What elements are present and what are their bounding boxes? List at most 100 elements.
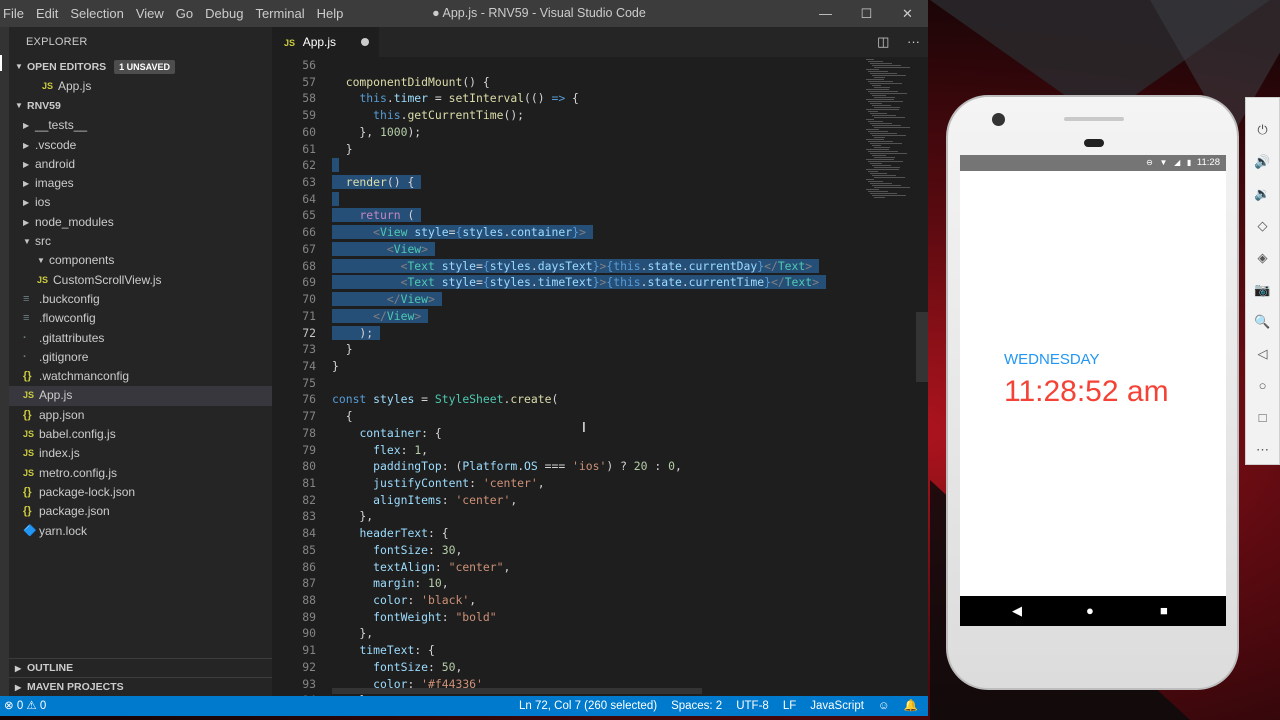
file-tree-item[interactable]: {} app.json [9,406,272,425]
rotate-left-icon[interactable]: ◇ [1246,218,1279,234]
code-editor[interactable]: 56 57 58 59 60 61 62 63 64 65 66 67 68 69 70 71 72 73 74 75… [272,57,928,696]
file-tree-item[interactable]: ≡ .buckconfig [9,290,272,309]
minimap[interactable] [862,57,918,696]
code-line[interactable]: container: { [332,425,862,442]
file-tree-item[interactable]: · .gitattributes [9,329,272,348]
code-line[interactable]: margin: 10, [332,575,862,592]
indentation[interactable]: Spaces: 2 [671,696,722,716]
file-tree-item[interactable]: {} .watchmanconfig [9,367,272,386]
screenshot-icon[interactable]: 📷 [1246,282,1279,298]
overview-nav-icon[interactable]: ■ [1160,602,1168,620]
phone-screen[interactable]: ⊖ ▼ ◢ ▮ 11:28 WEDNESDAY 11:28:52 am ◀ ● … [960,155,1226,626]
project-section[interactable]: ▼ RNV59 [9,96,272,116]
file-tree-item[interactable]: {} package-lock.json [9,483,272,502]
code-line[interactable]: { [332,408,862,425]
back-icon[interactable]: ◁ [1246,346,1279,362]
code-line[interactable]: }, 1000); [332,124,862,141]
zoom-icon[interactable]: 🔍 [1246,314,1279,330]
code-line[interactable]: <View style={styles.container}> [332,224,862,241]
feedback-icon[interactable]: ☺ [878,696,890,716]
horizontal-scrollbar[interactable] [332,688,702,694]
code-line[interactable]: return ( [332,207,862,224]
volume-up-icon[interactable]: 🔊 [1246,154,1279,170]
file-tree-item[interactable]: JS metro.config.js [9,464,272,483]
open-editors-section[interactable]: ▼ OPEN EDITORS 1 UNSAVED [9,57,272,77]
code-line[interactable]: textAlign: "center", [332,559,862,576]
section-outline[interactable]: ▶ OUTLINE [9,658,272,677]
code-line[interactable]: alignItems: 'center', [332,492,862,509]
code-line[interactable] [332,157,862,174]
notifications-icon[interactable]: 🔔 [904,696,918,716]
code-line[interactable]: } [332,341,862,358]
code-line[interactable] [332,375,862,392]
file-tree-item[interactable]: JS App.js [9,386,272,406]
encoding[interactable]: UTF-8 [736,696,769,716]
maximize-icon[interactable]: ☐ [846,0,887,27]
problems-indicator[interactable]: ⊗ 0 ⚠ 0 [4,696,46,716]
minimize-icon[interactable]: — [805,0,846,27]
file-tree-item[interactable]: ▶ images [9,174,272,193]
home-nav-icon[interactable]: ● [1086,602,1094,620]
file-tree-item[interactable]: JS index.js [9,444,272,463]
code-line[interactable]: fontSize: 50, [332,659,862,676]
file-tree-item[interactable]: ≡ .flowconfig [9,309,272,328]
volume-down-icon[interactable]: 🔉 [1246,186,1279,202]
file-tree-item[interactable]: JS CustomScrollView.js [9,271,272,290]
code-line[interactable]: headerText: { [332,525,862,542]
file-tree-item[interactable]: ▶ node_modules [9,213,272,232]
code-line[interactable]: const styles = StyleSheet.create( [332,391,862,408]
code-line[interactable]: this.getCurrentTime(); [332,107,862,124]
file-tree-item[interactable]: ▼ components [9,251,272,270]
code-line[interactable]: </View> [332,291,862,308]
code-line[interactable]: <Text style={styles.timeText}>{this.stat… [332,274,862,291]
code-line[interactable] [332,191,862,208]
file-tree-item[interactable]: · .gitignore [9,348,272,367]
file-tree-item[interactable]: ▶ __tests__ [9,116,272,135]
js-file-icon: JS [23,448,35,459]
code-line[interactable]: this.timer = setInterval(() => { [332,90,862,107]
code-line[interactable]: } [332,358,862,375]
vertical-scrollbar[interactable] [916,312,928,382]
unsaved-dot-icon[interactable] [361,38,369,46]
code-line[interactable]: paddingTop: (Platform.OS === 'ios') ? 20… [332,458,862,475]
code-line[interactable]: timeText: { [332,642,862,659]
more-icon[interactable]: ⋯ [1246,442,1279,458]
home-icon[interactable]: ○ [1246,378,1279,393]
file-tree-item[interactable]: ▼ src [9,232,272,251]
code-line[interactable]: fontWeight: "bold" [332,609,862,626]
code-line[interactable]: color: 'black', [332,592,862,609]
code-line[interactable]: componentDidMount() { [332,74,862,91]
more-actions-icon[interactable]: ··· [907,34,920,49]
language-mode[interactable]: JavaScript [810,696,864,716]
tab-app-js[interactable]: JS App.js [272,27,379,57]
power-icon[interactable]: ⏻ [1246,122,1279,138]
close-icon[interactable]: ✕ [887,0,928,27]
file-tree-item[interactable]: {} package.json [9,502,272,521]
code-line[interactable]: }, [332,625,862,642]
cursor-position[interactable]: Ln 72, Col 7 (260 selected) [519,696,657,716]
code-line[interactable]: render() { [332,174,862,191]
code-line[interactable] [332,57,862,74]
code-line[interactable]: <View> [332,241,862,258]
file-tree-item[interactable]: ▶ ios [9,193,272,212]
code-line[interactable]: flex: 1, [332,442,862,459]
back-nav-icon[interactable]: ◀ [1012,602,1022,620]
code-line[interactable]: justifyContent: 'center', [332,475,862,492]
overview-icon[interactable]: □ [1246,410,1279,425]
file-tree-item[interactable]: 🔷 yarn.lock [9,522,272,541]
code-area[interactable]: componentDidMount() { this.timer = setIn… [332,57,862,696]
line-ending[interactable]: LF [783,696,796,716]
code-line[interactable]: }, [332,508,862,525]
split-editor-icon[interactable]: ◫ [877,34,889,49]
code-line[interactable]: <Text style={styles.daysText}>{this.stat… [332,258,862,275]
file-tree-item[interactable]: JS babel.config.js [9,425,272,444]
open-editor-item[interactable]: JS App.js [9,77,272,96]
code-line[interactable]: fontSize: 30, [332,542,862,559]
code-line[interactable]: ); [332,325,862,342]
rotate-right-icon[interactable]: ◈ [1246,250,1279,266]
file-tree-item[interactable]: ▶ .vscode [9,136,272,155]
code-line[interactable]: </View> [332,308,862,325]
code-line[interactable]: } [332,141,862,158]
file-tree-item[interactable]: ▶ android [9,155,272,174]
section-maven-projects[interactable]: ▶ MAVEN PROJECTS [9,677,272,696]
